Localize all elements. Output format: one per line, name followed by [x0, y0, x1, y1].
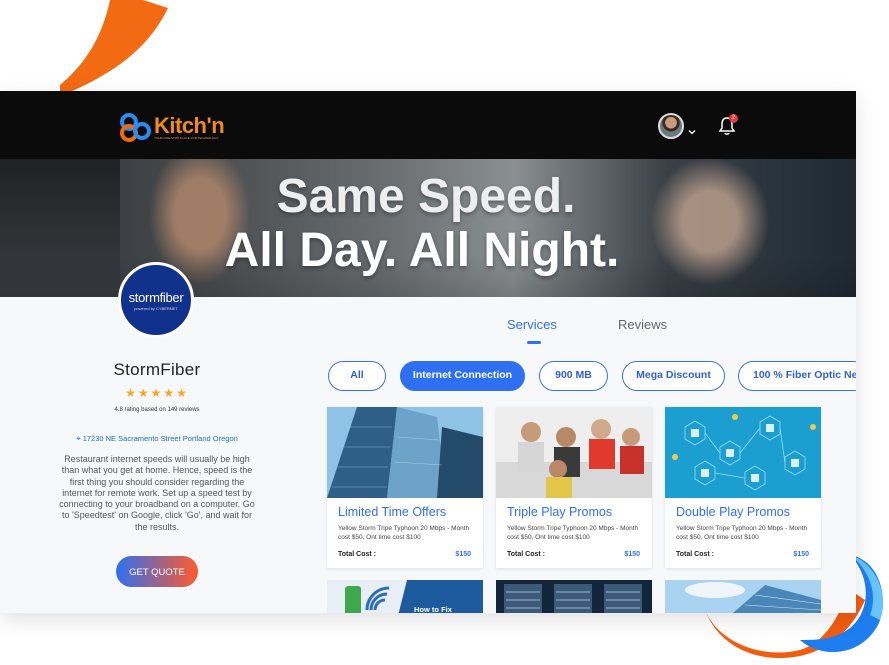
tab-reviews[interactable]: Reviews [618, 317, 667, 332]
provider-name: StormFiber [113, 360, 201, 379]
filter-chip-900mb[interactable]: 900 MB [539, 361, 608, 391]
tab-services[interactable]: Services [507, 317, 557, 332]
card-description: Yellow Storm Tripe Typhoon 20 Mbps - Mon… [676, 525, 808, 541]
location-pin-icon: ⌖ [76, 434, 81, 443]
service-card[interactable]: Double Play Promos Yellow Storm Tripe Ty… [665, 407, 821, 568]
notification-badge: 2 [729, 114, 738, 123]
card-title: Limited Time Offers [338, 505, 447, 519]
card-overlay-caption: How to Fix [414, 605, 452, 613]
rating-summary: 4.8 rating based on 149 reviews [114, 407, 200, 413]
provider-logo-text: stormfiber [128, 289, 184, 305]
get-quote-button[interactable]: GET QUOTE [116, 556, 198, 587]
provider-address[interactable]: ⌖ 17230 NE Sacramento Street Portland Ore… [40, 434, 274, 444]
logo-tagline: YOUR ONE-STOP PLACE FOR TECHNOLOGY [154, 136, 219, 140]
filter-chip-all[interactable]: All [328, 361, 386, 391]
provider-logo-sub: powered by CYBERNET [134, 305, 178, 311]
card-description: Yellow Storm Tripe Typhoon 20 Mbps - Mon… [507, 525, 639, 541]
provider-logo: stormfiber powered by CYBERNET [118, 262, 194, 338]
card-total-value: $150 [624, 551, 640, 558]
address-text: 17230 NE Sacramento Street Portland Oreg… [82, 434, 238, 443]
service-card-partial[interactable]: How to Fix [327, 580, 483, 613]
user-avatar[interactable] [658, 113, 684, 139]
provider-description: Restaurant internet speeds will usually … [59, 454, 255, 532]
card-description: Yellow Storm Tripe Typhoon 20 Mbps - Mon… [338, 525, 470, 541]
top-navbar: Kitch'n YOUR ONE-STOP PLACE FOR TECHNOLO… [0, 91, 856, 159]
filter-chip-fiber-optic[interactable]: 100 % Fiber Optic Network [738, 361, 856, 391]
card-image-network [665, 407, 821, 498]
brand-logo[interactable]: Kitch'n YOUR ONE-STOP PLACE FOR TECHNOLO… [118, 109, 225, 143]
service-card-partial[interactable] [665, 580, 821, 613]
rating-stars: ★★★★★ [125, 386, 189, 400]
card-image-sky-building [665, 580, 821, 613]
card-total-label: Total Cost : [676, 551, 714, 558]
card-title: Double Play Promos [676, 505, 790, 519]
chevron-down-icon[interactable] [688, 128, 696, 136]
card-image-servers [496, 580, 652, 613]
card-image-friends [496, 407, 652, 498]
service-card-partial[interactable] [496, 580, 652, 613]
card-total-label: Total Cost : [507, 551, 545, 558]
filter-chip-internet-connection[interactable]: Internet Connection [400, 361, 525, 391]
filter-chip-mega-discount[interactable]: Mega Discount [622, 361, 725, 391]
logo-mark-icon [120, 113, 151, 142]
card-image-wifi-phone [327, 580, 483, 613]
hero-headline-line1: Same Speed. [276, 170, 576, 223]
card-total-value: $150 [455, 551, 471, 558]
card-total-label: Total Cost : [338, 551, 376, 558]
service-card[interactable]: Limited Time Offers Yellow Storm Tripe T… [327, 407, 483, 568]
hero-headline-line2: All Day. All Night. [224, 224, 620, 277]
app-window: Kitch'n YOUR ONE-STOP PLACE FOR TECHNOLO… [0, 91, 856, 613]
card-total-value: $150 [793, 551, 809, 558]
card-image-buildings [327, 407, 483, 498]
decorative-swoosh-top [60, 0, 170, 100]
service-card[interactable]: Triple Play Promos Yellow Storm Tripe Ty… [496, 407, 652, 568]
card-title: Triple Play Promos [507, 505, 613, 519]
active-tab-indicator [527, 341, 541, 344]
